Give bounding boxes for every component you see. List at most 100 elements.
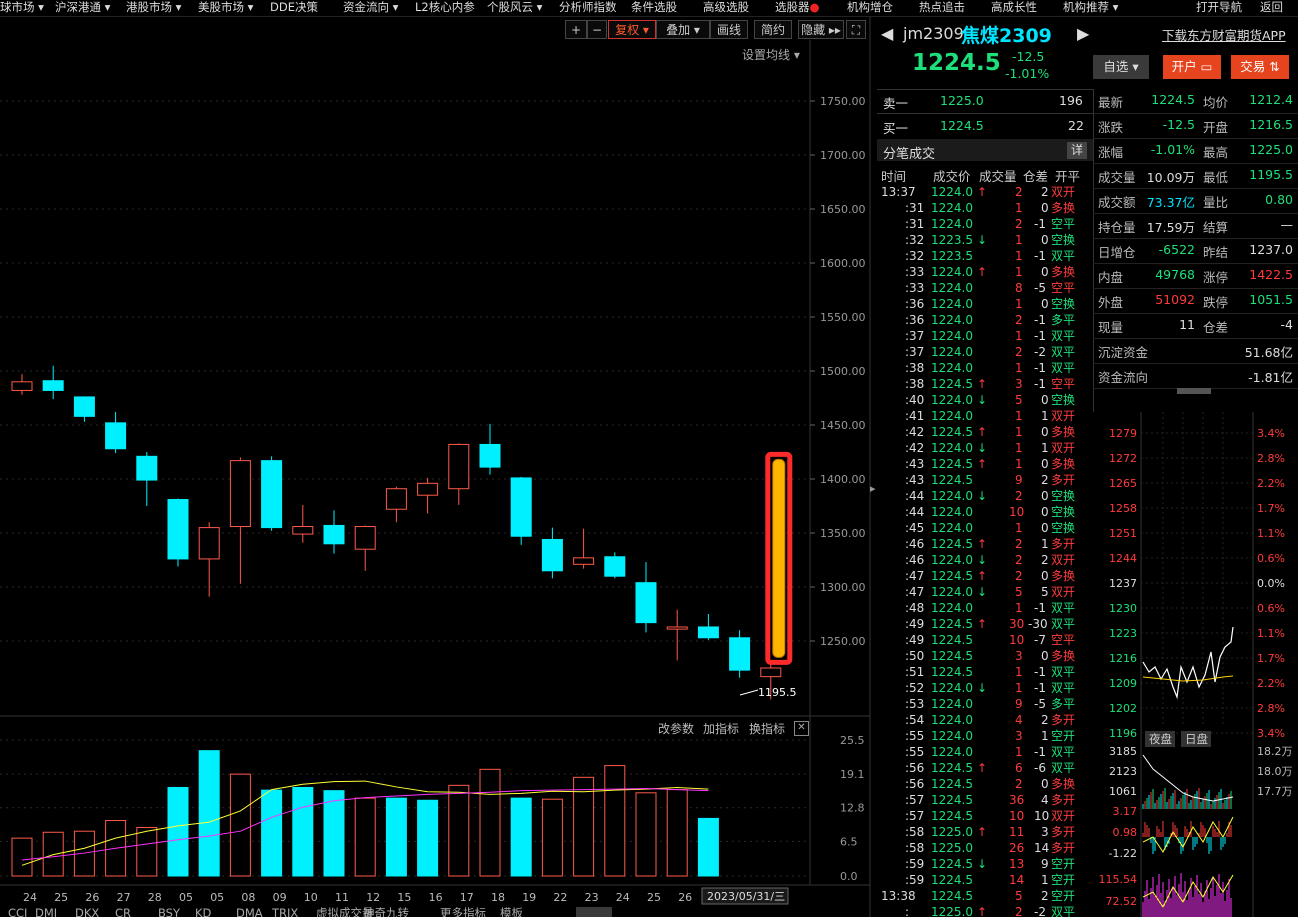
trade-row[interactable]: :38 1224.0 1 -1 双平 [877, 360, 1089, 376]
indicator-tab[interactable]: TRIX [271, 906, 298, 917]
price-tick-label: 1250.00 [820, 635, 866, 648]
indicator-tab[interactable]: 神奇九转 [363, 906, 409, 917]
indicator-tab[interactable]: CCI [8, 906, 27, 917]
trade-row[interactable]: :33 1224.0 8 -5 空平 [877, 280, 1089, 296]
trade-row[interactable]: 13:37 1224.0 ↑ 2 2 双开 [877, 184, 1089, 200]
volume-bars [11, 750, 719, 877]
indicator-tab[interactable]: 更多指标 [440, 906, 486, 917]
mini-price-tick: 1223 [1109, 627, 1137, 640]
indicator-tab[interactable]: CR [115, 906, 131, 917]
nav-back[interactable]: 返回 [1260, 0, 1283, 16]
trade-row[interactable]: :37 1224.0 1 -1 双平 [877, 328, 1089, 344]
stat-label: 开盘 [1203, 120, 1229, 135]
trade-row[interactable]: :40 1224.0 ↓ 5 0 空换 [877, 392, 1089, 408]
stat-label: 内盘 [1098, 270, 1124, 285]
nav-open-navigation[interactable]: 打开导航 [1196, 0, 1242, 16]
trade-row[interactable]: 13:38 1224.5 5 2 空开 [877, 888, 1089, 904]
candle-body [760, 667, 782, 678]
trade-price: 1224.0 [931, 345, 973, 359]
trade-row[interactable]: :56 1224.5 2 0 多换 [877, 776, 1089, 792]
highlight-box [765, 451, 793, 665]
trade-row[interactable]: :59 1224.5 14 1 空开 [877, 872, 1089, 888]
next-arrow-icon[interactable]: ▶ [1077, 24, 1089, 43]
indicator-tabs[interactable]: CCI DMI DKX CR BSY KD DMA TRIX 虚拟成交量神奇九转 更多指标 模板 [8, 906, 612, 917]
nav-inst-recommend[interactable]: 机构推荐 ▾ [1063, 0, 1118, 16]
indicator-tab[interactable]: 模板 [500, 906, 523, 917]
open-account-button[interactable]: 开户 ▭ [1163, 55, 1221, 79]
trade-row[interactable]: :58 1225.0 26 14 多开 [877, 840, 1089, 856]
trade-row[interactable]: :36 1224.0 1 0 空换 [877, 296, 1089, 312]
mini-price-tick: 1209 [1109, 677, 1137, 690]
trade-oi-change: 0 [1041, 393, 1049, 407]
trade-row[interactable]: :49 1224.5 ↑ 30 -30 双平 [877, 616, 1089, 632]
trade-row[interactable]: :49 1224.5 10 -7 空平 [877, 632, 1089, 648]
stat-label: 量比 [1203, 195, 1229, 210]
intraday-mini-chart[interactable]: 1279 3.4% 1272 2.8% 1265 2.2% 1258 1.7% 1251 1.1%… [1093, 397, 1298, 917]
trade-button[interactable]: 交易 ⇅ [1231, 55, 1289, 79]
mini-price-tick: 1202 [1109, 702, 1137, 715]
scroll-handle[interactable] [1177, 388, 1211, 394]
nav-high-growth[interactable]: 高成长性 [991, 0, 1037, 16]
trade-time: :38 [905, 377, 925, 391]
trade-row[interactable]: : 1225.0 ↑ 2 -2 双平 [877, 904, 1089, 917]
trade-row[interactable]: :58 1225.0 ↑ 11 3 多开 [877, 824, 1089, 840]
trade-oi-change: -1 [1034, 601, 1046, 615]
collapse-arrow-icon[interactable]: ▸ [870, 482, 876, 495]
trade-row[interactable]: :43 1224.5 9 2 多开 [877, 472, 1089, 488]
trade-row[interactable]: :33 1224.0 ↑ 1 0 多换 [877, 264, 1089, 280]
trade-type: 双平 [1051, 361, 1076, 375]
trade-row[interactable]: :36 1224.0 2 -1 多平 [877, 312, 1089, 328]
kline-chart[interactable]: 1750.00 1700.00 1650.00 1600.00 1550.00 1500.… [0, 0, 876, 917]
mini-kdj-tick: 72.52 [1106, 895, 1138, 908]
trade-row[interactable]: :59 1224.5 ↓ 13 9 空开 [877, 856, 1089, 872]
trade-row[interactable]: :55 1224.0 3 1 空开 [877, 728, 1089, 744]
trade-row[interactable]: :44 1224.0 10 0 空换 [877, 504, 1089, 520]
trade-row[interactable]: :52 1224.0 ↓ 1 -1 双平 [877, 680, 1089, 696]
trade-row[interactable]: :42 1224.0 ↓ 1 1 双开 [877, 440, 1089, 456]
trades-detail-button[interactable]: 详 [1067, 142, 1087, 159]
trade-row[interactable]: :43 1224.5 ↑ 1 0 多换 [877, 456, 1089, 472]
trade-row[interactable]: :44 1224.0 ↓ 2 0 空换 [877, 488, 1089, 504]
trade-row[interactable]: :53 1224.0 9 -5 多平 [877, 696, 1089, 712]
watchlist-button[interactable]: 自选 ▾ [1093, 55, 1149, 79]
indicator-tab[interactable]: DMI [35, 906, 57, 917]
nav-hotspot[interactable]: 热点追击 [919, 0, 965, 16]
trade-row[interactable]: :41 1224.0 1 1 双开 [877, 408, 1089, 424]
indicator-tab[interactable]: BSY [158, 906, 181, 917]
candle-body [479, 443, 501, 468]
trade-row[interactable]: :47 1224.0 ↓ 5 5 双开 [877, 584, 1089, 600]
trade-row[interactable]: :31 1224.0 1 0 多换 [877, 200, 1089, 216]
indicator-tab[interactable]: DKX [75, 906, 99, 917]
trade-row[interactable]: :57 1224.5 10 10 双开 [877, 808, 1089, 824]
trade-row[interactable]: :31 1224.0 2 -1 空平 [877, 216, 1089, 232]
trade-row[interactable]: :38 1224.5 ↑ 3 -1 空平 [877, 376, 1089, 392]
download-app-link[interactable]: 下载东方财富期货APP [1162, 25, 1286, 44]
trade-row[interactable]: :37 1224.0 2 -2 双平 [877, 344, 1089, 360]
prev-arrow-icon[interactable]: ◀ [881, 24, 893, 43]
trade-row[interactable]: :46 1224.0 ↓ 2 2 双开 [877, 552, 1089, 568]
trade-oi-change: -1 [1034, 745, 1046, 759]
trade-type: 多换 [1051, 569, 1076, 583]
trade-list[interactable]: 13:37 1224.0 ↑ 2 2 双开:31 1224.0 1 0 多换:31 1224.0 2-… [877, 184, 1093, 917]
trade-row[interactable]: :54 1224.0 4 2 多开 [877, 712, 1089, 728]
candle-body [541, 538, 563, 572]
trade-row[interactable]: :55 1224.0 1 -1 双平 [877, 744, 1089, 760]
trade-row[interactable]: :48 1224.0 1 -1 双平 [877, 600, 1089, 616]
trade-type: 空换 [1051, 505, 1076, 519]
indicator-tab[interactable]: DMA [236, 906, 263, 917]
trade-row[interactable]: :57 1224.5 36 4 多开 [877, 792, 1089, 808]
trade-row[interactable]: :45 1224.0 1 0 空换 [877, 520, 1089, 536]
indicator-tab[interactable]: KD [195, 906, 212, 917]
trade-row[interactable]: :47 1224.5 ↑ 2 0 多换 [877, 568, 1089, 584]
trade-time: :46 [905, 537, 925, 551]
trade-row[interactable]: :51 1224.5 1 -1 双平 [877, 664, 1089, 680]
trade-type: 空开 [1051, 729, 1076, 743]
trade-row[interactable]: :50 1224.5 3 0 多换 [877, 648, 1089, 664]
trade-row[interactable]: :32 1223.5 1 -1 双平 [877, 248, 1089, 264]
trade-row[interactable]: :42 1224.5 ↑ 1 0 多换 [877, 424, 1089, 440]
trade-oi-change: 0 [1041, 569, 1049, 583]
trade-type: 多换 [1051, 201, 1076, 215]
trade-row[interactable]: :56 1224.5 ↑ 6 -6 双平 [877, 760, 1089, 776]
trade-row[interactable]: :46 1224.5 ↑ 2 1 多开 [877, 536, 1089, 552]
trade-row[interactable]: :32 1223.5 ↓ 1 0 空换 [877, 232, 1089, 248]
